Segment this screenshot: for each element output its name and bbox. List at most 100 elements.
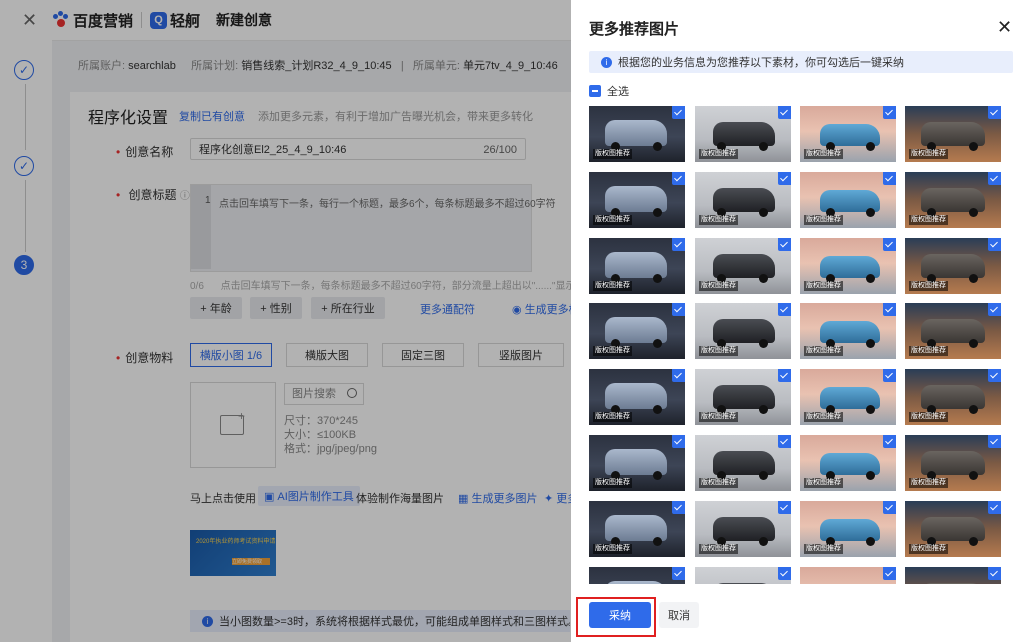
recommended-image-card[interactable]: 版权图推荐 xyxy=(800,106,896,162)
recommended-image-card[interactable]: 版权图推荐 xyxy=(589,369,685,425)
checked-icon[interactable] xyxy=(778,172,791,185)
checked-icon[interactable] xyxy=(883,172,896,185)
recommended-image-card[interactable]: 版权图推荐 xyxy=(589,238,685,294)
recommended-image-card[interactable]: 版权图推荐 xyxy=(800,172,896,228)
recommended-image-card[interactable]: 版权图推荐 xyxy=(905,303,1001,359)
recommended-image-card[interactable]: 版权图推荐 xyxy=(905,501,1001,557)
recommended-image-card[interactable]: 版权图推荐 xyxy=(695,238,791,294)
recommended-image-card[interactable]: 版权图推荐 xyxy=(905,369,1001,425)
drawer-close-icon[interactable]: ✕ xyxy=(997,18,1012,36)
copyright-tag: 版权图推荐 xyxy=(699,478,738,488)
checked-icon[interactable] xyxy=(672,303,685,316)
checked-icon[interactable] xyxy=(883,435,896,448)
checked-icon[interactable] xyxy=(883,106,896,119)
wheel xyxy=(866,471,875,480)
copyright-tag: 版权图推荐 xyxy=(804,281,843,291)
recommended-image-card[interactable]: 版权图推荐 xyxy=(695,501,791,557)
copyright-tag: 版权图推荐 xyxy=(699,215,738,225)
checked-icon[interactable] xyxy=(988,303,1001,316)
car-photo xyxy=(695,567,791,584)
checked-icon[interactable] xyxy=(778,567,791,580)
checked-icon[interactable] xyxy=(883,567,896,580)
recommended-image-card[interactable]: 版权图推荐 xyxy=(589,567,685,584)
wheel xyxy=(759,537,768,546)
recommended-image-card[interactable]: 版权图推荐 xyxy=(589,172,685,228)
checked-icon[interactable] xyxy=(672,106,685,119)
recommended-image-card[interactable]: 版权图推荐 xyxy=(695,435,791,491)
copyright-tag: 版权图推荐 xyxy=(909,544,948,554)
recommended-image-card[interactable]: 版权图推荐 xyxy=(905,435,1001,491)
checked-icon[interactable] xyxy=(883,303,896,316)
checked-icon[interactable] xyxy=(988,567,1001,580)
checked-icon[interactable] xyxy=(672,238,685,251)
checked-icon[interactable] xyxy=(672,172,685,185)
checked-icon[interactable] xyxy=(778,238,791,251)
checked-icon[interactable] xyxy=(672,435,685,448)
recommended-image-card[interactable]: 版权图推荐 xyxy=(800,303,896,359)
recommended-image-card[interactable]: 版权图推荐 xyxy=(695,172,791,228)
wheel xyxy=(969,471,978,480)
cancel-button[interactable]: 取消 xyxy=(659,602,699,628)
recommended-image-card[interactable]: 版权图推荐 xyxy=(905,567,1001,584)
checked-icon[interactable] xyxy=(778,106,791,119)
recommended-image-card[interactable]: 版权图推荐 xyxy=(800,369,896,425)
checked-icon[interactable] xyxy=(988,238,1001,251)
copyright-tag: 版权图推荐 xyxy=(699,346,738,356)
wheel xyxy=(653,405,662,414)
recommended-image-card[interactable]: 版权图推荐 xyxy=(800,238,896,294)
car-photo xyxy=(800,567,896,584)
checked-icon[interactable] xyxy=(988,369,1001,382)
checked-icon[interactable] xyxy=(778,303,791,316)
copyright-tag: 版权图推荐 xyxy=(593,149,632,159)
copyright-tag: 版权图推荐 xyxy=(909,149,948,159)
recommended-image-card[interactable]: 版权图推荐 xyxy=(695,303,791,359)
checked-icon[interactable] xyxy=(778,435,791,448)
car-photo xyxy=(905,567,1001,584)
recommended-image-card[interactable]: 版权图推荐 xyxy=(695,567,791,584)
checked-icon[interactable] xyxy=(988,172,1001,185)
recommended-image-card[interactable]: 版权图推荐 xyxy=(589,435,685,491)
drawer-tip-text: 根据您的业务信息为您推荐以下素材，你可勾选后一键采纳 xyxy=(618,57,904,69)
recommended-image-card[interactable]: 版权图推荐 xyxy=(589,501,685,557)
checked-icon[interactable] xyxy=(778,501,791,514)
checked-icon[interactable] xyxy=(778,369,791,382)
copyright-tag: 版权图推荐 xyxy=(804,149,843,159)
recommended-image-card[interactable]: 版权图推荐 xyxy=(800,567,896,584)
checked-icon[interactable] xyxy=(988,106,1001,119)
recommended-image-card[interactable]: 版权图推荐 xyxy=(695,369,791,425)
wheel xyxy=(866,274,875,283)
copyright-tag: 版权图推荐 xyxy=(699,412,738,422)
copyright-tag: 版权图推荐 xyxy=(804,478,843,488)
copyright-tag: 版权图推荐 xyxy=(909,412,948,422)
recommended-image-card[interactable]: 版权图推荐 xyxy=(905,172,1001,228)
wheel xyxy=(866,142,875,151)
adopt-button-highlight xyxy=(576,597,656,637)
copyright-tag: 版权图推荐 xyxy=(699,281,738,291)
checked-icon[interactable] xyxy=(672,369,685,382)
checked-icon[interactable] xyxy=(883,501,896,514)
recommended-image-card[interactable]: 版权图推荐 xyxy=(800,501,896,557)
recommended-image-card[interactable]: 版权图推荐 xyxy=(695,106,791,162)
checked-icon[interactable] xyxy=(988,501,1001,514)
checked-icon[interactable] xyxy=(883,238,896,251)
copyright-tag: 版权图推荐 xyxy=(593,346,632,356)
recommended-image-card[interactable]: 版权图推荐 xyxy=(589,106,685,162)
wheel xyxy=(969,339,978,348)
recommended-image-card[interactable]: 版权图推荐 xyxy=(589,303,685,359)
checked-icon[interactable] xyxy=(883,369,896,382)
recommended-images-drawer: 更多推荐图片 ✕ i 根据您的业务信息为您推荐以下素材，你可勾选后一键采纳 全选… xyxy=(571,0,1029,642)
recommended-image-card[interactable]: 版权图推荐 xyxy=(800,435,896,491)
checked-icon[interactable] xyxy=(988,435,1001,448)
wheel xyxy=(759,471,768,480)
info-icon: i xyxy=(601,56,612,68)
copyright-tag: 版权图推荐 xyxy=(909,281,948,291)
recommended-image-card[interactable]: 版权图推荐 xyxy=(905,238,1001,294)
wheel xyxy=(759,274,768,283)
select-all-checkbox[interactable]: 全选 xyxy=(589,83,629,99)
recommended-image-card[interactable]: 版权图推荐 xyxy=(905,106,1001,162)
checked-icon[interactable] xyxy=(672,501,685,514)
checked-icon[interactable] xyxy=(672,567,685,580)
wheel xyxy=(653,339,662,348)
wheel xyxy=(653,208,662,217)
wheel xyxy=(759,339,768,348)
